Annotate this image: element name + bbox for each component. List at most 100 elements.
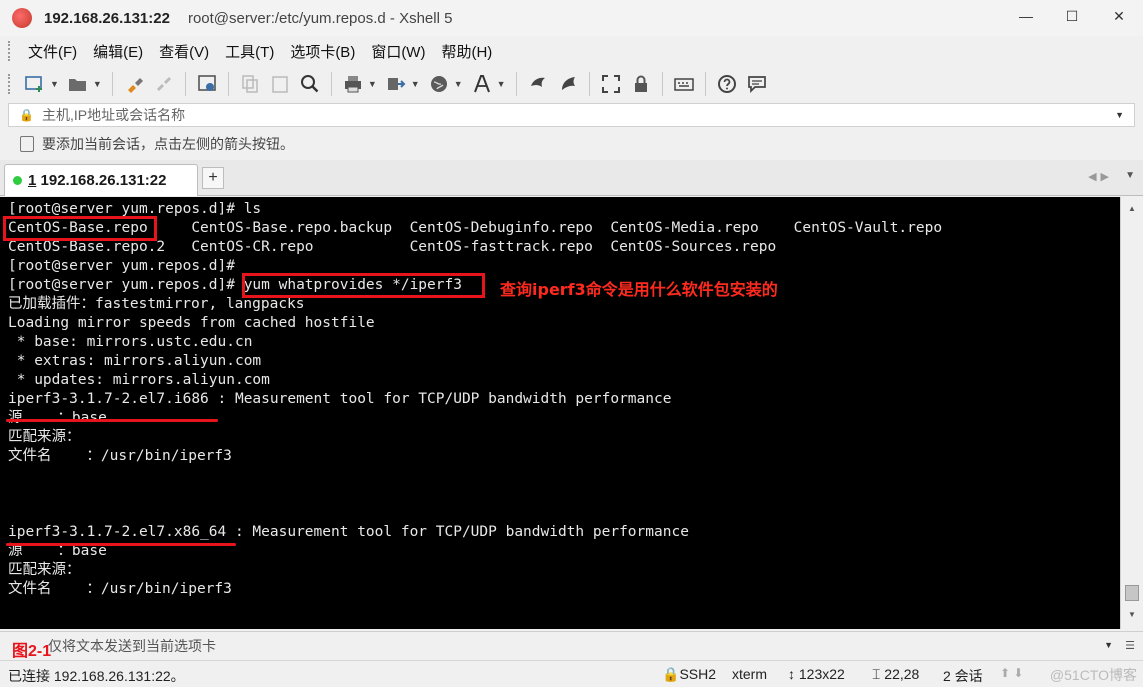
add-tab-button[interactable]: + — [202, 167, 224, 189]
keyboard-icon[interactable] — [672, 72, 696, 96]
toolbar-separator — [588, 72, 590, 96]
font-dropdown-icon[interactable]: ▼ — [497, 79, 506, 89]
menu-grip-icon — [8, 41, 12, 61]
window-title-host: 192.168.26.131:22 — [44, 9, 170, 27]
terminal-line: Loading mirror speeds from cached hostfi… — [8, 315, 375, 331]
chevron-down-icon[interactable]: ▼ — [1115, 110, 1124, 120]
terminal-line: * extras: mirrors.aliyun.com — [8, 353, 262, 369]
tab-menu-icon[interactable]: ▼ — [1125, 170, 1135, 181]
underline-i686-package — [6, 419, 218, 422]
terminal-line: * updates: mirrors.aliyun.com — [8, 372, 270, 388]
new-session-icon[interactable] — [23, 72, 47, 96]
chevron-down-icon[interactable]: ▼ — [1104, 640, 1113, 650]
session-hint-text: 要添加当前会话，点击左侧的箭头按钮。 — [42, 136, 294, 152]
chat-icon[interactable] — [745, 72, 769, 96]
terminal-line: 文件名 ：/usr/bin/iperf3 — [8, 581, 232, 597]
reconnect-icon[interactable] — [122, 72, 146, 96]
globe-dropdown-icon[interactable]: ▼ — [454, 79, 463, 89]
toolbar-separator — [661, 72, 663, 96]
session-address-bar[interactable]: 🔒 主机,IP地址或会话名称 ▼ — [8, 103, 1135, 127]
highlight-yum-command — [242, 273, 485, 298]
toolbar-separator — [184, 72, 186, 96]
scroll-down-icon[interactable]: ▼ — [1124, 607, 1140, 621]
tab-host: 192.168.26.131:22 — [40, 172, 167, 189]
compose-menu-icon[interactable]: ☰ — [1125, 639, 1135, 652]
bookmark-icon[interactable] — [20, 136, 34, 152]
tab-session-1[interactable]: 1 192.168.26.131:22 — [4, 164, 198, 196]
menu-file[interactable]: 文件(F) — [20, 41, 85, 62]
watermark: @51CTO博客 — [1049, 667, 1137, 683]
new-session-dropdown-icon[interactable]: ▼ — [50, 79, 59, 89]
title-bar: 192.168.26.131:22 root@server:/etc/yum.r… — [0, 0, 1143, 36]
underline-x86-package — [6, 543, 236, 546]
transfer-icon[interactable] — [384, 72, 408, 96]
paste-icon[interactable] — [268, 72, 292, 96]
scrollbar-thumb[interactable] — [1125, 585, 1139, 601]
menu-edit[interactable]: 编辑(E) — [85, 41, 151, 62]
find-icon[interactable] — [298, 72, 322, 96]
toolbar-separator — [111, 72, 113, 96]
session-count: 2 会话 — [943, 668, 983, 684]
toolbar-grip-icon — [8, 74, 12, 94]
toolbar: ▼ ▼ ▼ ▼ ▼ ▼ — [0, 66, 1143, 102]
font-icon[interactable] — [470, 72, 494, 96]
globe-icon[interactable] — [427, 72, 451, 96]
menu-help[interactable]: 帮助(H) — [433, 41, 500, 62]
window-title: root@server:/etc/yum.repos.d - Xshell 5 — [187, 9, 453, 27]
xftp-icon[interactable] — [526, 72, 550, 96]
toolbar-separator — [515, 72, 517, 96]
scroll-up-icon[interactable]: ▲ — [1124, 201, 1140, 215]
properties-icon[interactable] — [195, 72, 219, 96]
menu-view[interactable]: 查看(V) — [151, 41, 217, 62]
protocol-status: 🔒SSH2 — [662, 666, 717, 682]
window-controls: — ☐ ✕ — [1003, 0, 1143, 32]
terminal-line: * base: mirrors.ustc.edu.cn — [8, 334, 253, 350]
connection-status: 已连接 192.168.26.131:22。 — [8, 668, 185, 684]
terminal-line: [root@server yum.repos.d]# — [8, 258, 235, 274]
highlight-centos-base-repo — [3, 216, 157, 241]
terminal-output[interactable]: [root@server yum.repos.d]# ls CentOS-Base… — [0, 197, 1120, 629]
transfer-dropdown-icon[interactable]: ▼ — [411, 79, 420, 89]
tab-bar: 1 192.168.26.131:22 + ◀▶ ▼ — [0, 160, 1143, 196]
terminal-line: 文件名 ：/usr/bin/iperf3 — [8, 448, 232, 464]
fullscreen-icon[interactable] — [599, 72, 623, 96]
menu-tab[interactable]: 选项卡(B) — [282, 41, 363, 62]
disconnect-icon[interactable] — [152, 72, 176, 96]
cursor-position-value: 22,28 — [884, 666, 920, 682]
open-dropdown-icon[interactable]: ▼ — [93, 79, 102, 89]
tab-scroll-arrows-icon[interactable]: ◀▶ — [1088, 170, 1113, 183]
session-nav-arrows-icon[interactable]: ⬆ ⬇ — [1000, 666, 1023, 680]
menu-tools[interactable]: 工具(T) — [217, 41, 282, 62]
lock-icon[interactable] — [629, 72, 653, 96]
status-bar: 已连接 192.168.26.131:22。 🔒SSH2 xterm ↕ 123… — [0, 660, 1143, 687]
figure-label: 图2-1 — [12, 643, 52, 660]
print-dropdown-icon[interactable]: ▼ — [368, 79, 377, 89]
compose-input[interactable]: 仅将文本发送到当前选项卡 — [48, 636, 216, 656]
maximize-button[interactable]: ☐ — [1049, 0, 1095, 32]
menu-window[interactable]: 窗口(W) — [363, 41, 433, 62]
terminal-line: 匹配来源： — [8, 429, 81, 445]
close-button[interactable]: ✕ — [1095, 0, 1143, 32]
terminal-line: 匹配来源： — [8, 562, 81, 578]
protocol-label: SSH2 — [679, 666, 717, 682]
terminal-size: ↕ 123x22 — [788, 666, 845, 682]
toolbar-separator — [330, 72, 332, 96]
help-icon[interactable] — [715, 72, 739, 96]
terminal-type: xterm — [732, 666, 767, 682]
annotation-note: 查询iperf3命令是用什么软件包安装的 — [500, 280, 778, 299]
tab-label: 1 192.168.26.131:22 — [28, 172, 166, 189]
xshell-logo-icon — [12, 8, 32, 28]
session-hint-bar: 要添加当前会话，点击左侧的箭头按钮。 — [8, 131, 1135, 157]
terminal-scrollbar[interactable]: ▲ ▼ — [1120, 197, 1143, 629]
terminal-size-value: 123x22 — [798, 666, 845, 682]
minimize-button[interactable]: — — [1003, 0, 1049, 32]
print-icon[interactable] — [341, 72, 365, 96]
menu-bar: 文件(F) 编辑(E) 查看(V) 工具(T) 选项卡(B) 窗口(W) 帮助(… — [0, 36, 1143, 66]
xmanager-icon[interactable] — [556, 72, 580, 96]
connection-status-icon — [13, 176, 22, 185]
session-address-input[interactable]: 主机,IP地址或会话名称 — [42, 105, 185, 125]
open-folder-icon[interactable] — [66, 72, 90, 96]
cursor-position: ⌶ 22,28 — [872, 666, 920, 682]
terminal-line: iperf3-3.1.7-2.el7.i686 : Measurement to… — [8, 391, 672, 407]
copy-icon[interactable] — [238, 72, 262, 96]
